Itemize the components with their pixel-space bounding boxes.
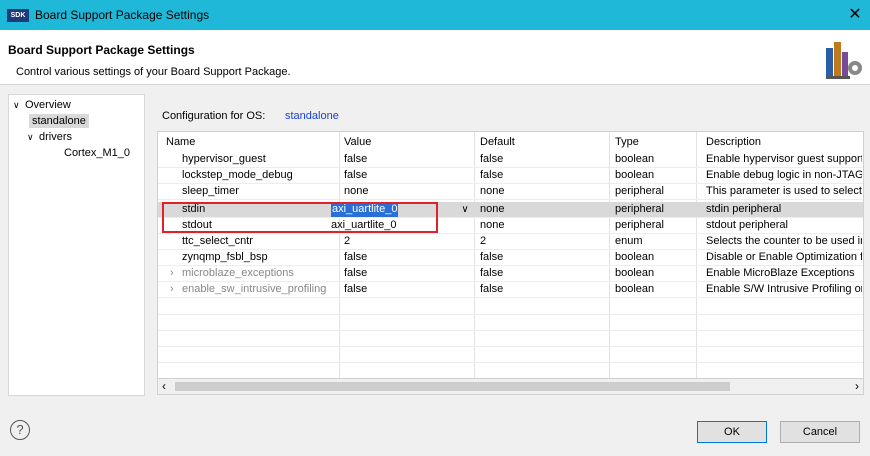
config-os-value: standalone — [285, 110, 339, 122]
empty-row — [158, 362, 863, 379]
tree-item-drivers[interactable]: ∨ drivers — [27, 131, 72, 143]
chevron-right-icon[interactable]: › — [170, 282, 174, 297]
sdk-app-icon: SDK — [7, 9, 29, 22]
chevron-down-icon[interactable]: ∨ — [458, 202, 472, 217]
table-header: Name Value Default Type Description — [158, 132, 863, 150]
table-row[interactable]: lockstep_mode_debug false false boolean … — [158, 168, 863, 184]
chevron-down-icon[interactable]: ∨ — [13, 100, 25, 111]
scrollbar-thumb[interactable] — [175, 382, 730, 391]
scroll-right-icon[interactable]: › — [855, 379, 859, 394]
settings-table: Name Value Default Type Description hype… — [157, 131, 864, 380]
empty-row — [158, 330, 863, 347]
empty-row — [158, 298, 863, 315]
table-row-selected[interactable]: stdin axi_uartlite_0 ∨ none peripheral s… — [158, 202, 863, 218]
table-row[interactable]: stdout axi_uartlite_0 none peripheral st… — [158, 218, 863, 234]
chevron-down-icon[interactable]: ∨ — [27, 132, 39, 143]
header-description: Control various settings of your Board S… — [16, 66, 291, 78]
column-header-value[interactable]: Value — [344, 135, 371, 150]
window-title: Board Support Package Settings — [35, 8, 210, 22]
empty-row — [158, 314, 863, 331]
ok-button[interactable]: OK — [697, 421, 767, 443]
horizontal-scrollbar[interactable]: ‹ › — [157, 378, 864, 395]
scroll-left-icon[interactable]: ‹ — [162, 379, 166, 394]
close-button[interactable]: ✕ — [844, 4, 866, 26]
table-row[interactable]: › microblaze_exceptions false false bool… — [158, 266, 863, 282]
books-settings-icon — [826, 42, 862, 79]
column-header-description[interactable]: Description — [706, 135, 761, 150]
dialog-header: Board Support Package Settings Control v… — [0, 30, 870, 85]
table-row[interactable]: hypervisor_guest false false boolean Ena… — [158, 152, 863, 168]
table-row[interactable]: sleep_timer none none peripheral This pa… — [158, 184, 863, 200]
empty-row — [158, 346, 863, 363]
table-row[interactable]: ttc_select_cntr 2 2 enum Selects the cou… — [158, 234, 863, 250]
config-os-label: Configuration for OS: — [162, 110, 266, 122]
tree-item-cortex-m1[interactable]: Cortex_M1_0 — [64, 147, 130, 159]
help-icon[interactable]: ? — [10, 420, 30, 440]
table-row[interactable]: › enable_sw_intrusive_profiling false fa… — [158, 282, 863, 298]
chevron-right-icon[interactable]: › — [170, 266, 174, 281]
table-row[interactable]: zynqmp_fsbl_bsp false false boolean Disa… — [158, 250, 863, 266]
settings-tree: ∨ Overview standalone ∨ drivers Cortex_M1_… — [8, 94, 145, 396]
tree-item-standalone[interactable]: standalone — [29, 114, 89, 128]
column-header-name[interactable]: Name — [166, 135, 195, 150]
value-dropdown-input[interactable]: axi_uartlite_0 — [331, 202, 399, 217]
header-title: Board Support Package Settings — [8, 43, 195, 57]
tree-item-overview[interactable]: ∨ Overview — [13, 99, 71, 111]
column-header-type[interactable]: Type — [615, 135, 639, 150]
title-bar: SDK Board Support Package Settings ✕ — [0, 0, 870, 30]
column-header-default[interactable]: Default — [480, 135, 515, 150]
cancel-button[interactable]: Cancel — [780, 421, 860, 443]
